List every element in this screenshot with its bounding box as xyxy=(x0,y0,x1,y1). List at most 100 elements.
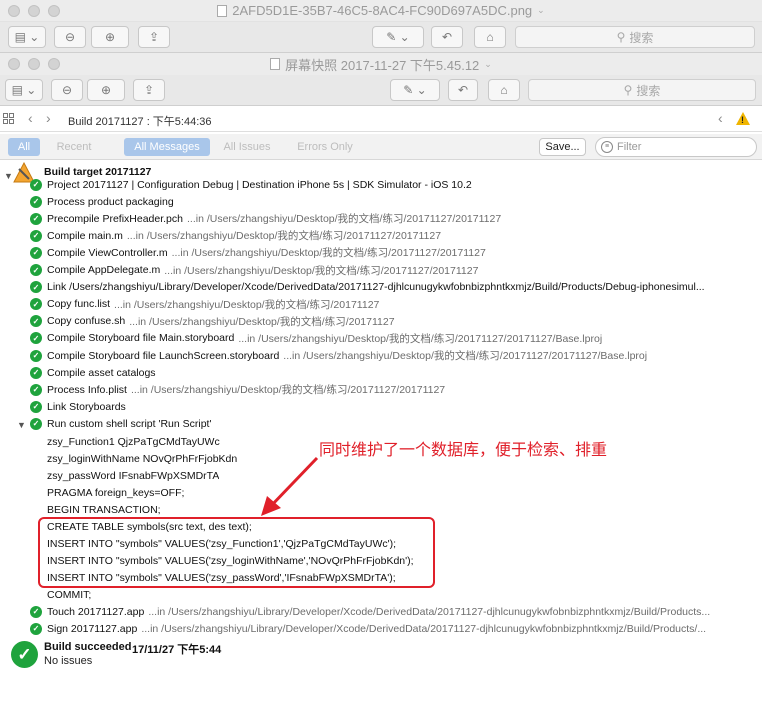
scope-all-button[interactable]: All xyxy=(8,138,40,156)
success-check-icon: ✓ xyxy=(30,366,42,379)
forward-arrow-icon[interactable]: › xyxy=(46,110,51,126)
success-check-icon: ✓ xyxy=(30,178,42,191)
search-icon: ⚲ xyxy=(616,30,626,44)
rotate-button[interactable]: ↶ xyxy=(431,26,463,48)
related-items-icon[interactable] xyxy=(3,113,14,124)
previous-issue-arrow-icon[interactable]: ‹ xyxy=(718,110,723,126)
search-icon: ⚲ xyxy=(623,83,633,97)
zoom-out-button[interactable]: ⊖ xyxy=(51,79,83,101)
window1-search-field[interactable]: ⚲ 搜索 xyxy=(515,26,755,48)
build-succeeded-icon: ✓ xyxy=(11,641,38,668)
zoom-out-button[interactable]: ⊖ xyxy=(54,26,86,48)
step-message: Compile asset catalogs xyxy=(47,366,156,379)
build-step-row[interactable]: ✓ Project 20171127 | Configuration Debug … xyxy=(30,176,756,193)
toolbox-button[interactable]: ⌂ xyxy=(488,79,520,101)
markup-button[interactable]: ✎ ⌄ xyxy=(372,26,424,48)
build-step-row[interactable]: ✓ Compile Storyboard file LaunchScreen.st… xyxy=(30,347,756,364)
disclosure-triangle-icon[interactable]: ▼ xyxy=(4,171,13,181)
share-button[interactable]: ⇪ xyxy=(138,26,170,48)
window1-titlebar: 2AFD5D1E-35B7-46C5-8AC4-FC90D697A5DC.png… xyxy=(0,0,762,22)
success-check-icon: ✓ xyxy=(30,349,42,362)
step-message: Touch 20171127.app xyxy=(47,605,145,618)
script-output-line: zsy_loginWithName NOvQrPhFrFjobKdn xyxy=(47,452,238,465)
document-icon xyxy=(217,4,228,17)
step-path: ...in /Users/zhangshiyu/Desktop/我的文档/练习/… xyxy=(130,384,446,397)
save-button[interactable]: Save... xyxy=(539,138,586,156)
back-arrow-icon[interactable]: ‹ xyxy=(28,110,33,126)
build-step-row[interactable]: ✓ Compile Storyboard file Main.storyboard… xyxy=(30,330,756,347)
all-messages-button[interactable]: All Messages xyxy=(124,138,210,156)
step-message: Project 20171127 | Configuration Debug |… xyxy=(47,178,472,191)
step-message: Process Info.plist xyxy=(47,383,127,396)
document-icon xyxy=(270,58,281,70)
sidebar-toggle-button[interactable]: ▤ ⌄ xyxy=(5,79,43,101)
build-step-row[interactable]: ✓ Process product packaging xyxy=(30,193,756,210)
window1-traffic-lights[interactable] xyxy=(8,5,60,17)
success-check-icon: ✓ xyxy=(30,264,42,276)
zoom-in-button[interactable]: ⊕ xyxy=(91,26,129,48)
rotate-button[interactable]: ↶ xyxy=(448,79,478,101)
build-step-row[interactable]: ✓ Link /Users/zhangshiyu/Library/Develope… xyxy=(30,279,756,296)
window2-titlebar: 屏幕快照 2017-11-27 下午5.45.12 ⌄ xyxy=(0,53,762,75)
step-path: ...in /Users/zhangshiyu/Desktop/我的文档/练习/… xyxy=(171,247,486,260)
sidebar-toggle-button[interactable]: ▤ ⌄ xyxy=(8,26,46,48)
filter-field[interactable]: ≡ Filter xyxy=(595,137,757,157)
share-button[interactable]: ⇪ xyxy=(133,79,165,101)
all-issues-button[interactable]: All Issues xyxy=(216,138,278,156)
window2-traffic-lights[interactable] xyxy=(8,58,60,70)
success-check-icon: ✓ xyxy=(30,281,42,294)
build-step-row[interactable]: ✓ Link Storyboards xyxy=(30,398,756,415)
highlight-box xyxy=(38,517,435,588)
build-step-row[interactable]: ✓ Copy func.list ...in /Users/zhangshiyu/D… xyxy=(30,296,756,313)
build-result: Build succeeded xyxy=(44,641,132,653)
zoom-in-button[interactable]: ⊕ xyxy=(87,79,125,101)
build-step-row[interactable]: ✓ Process Info.plist ...in /Users/zhangshi… xyxy=(30,381,756,398)
step-message: Compile Storyboard file Main.storyboard xyxy=(47,332,235,345)
script-output-line: COMMIT; xyxy=(47,589,92,602)
success-check-icon: ✓ xyxy=(30,383,42,396)
step-message: Precompile PrefixHeader.pch xyxy=(47,212,183,225)
window2-toolbar: ▤ ⌄ ⊖ ⊕ ⇪ ✎ ⌄ ↶ ⌂ ⚲ 搜索 xyxy=(0,75,762,106)
build-step-row[interactable]: ✓ Copy confuse.sh ...in /Users/zhangshiyu/… xyxy=(30,313,756,330)
success-check-icon: ✓ xyxy=(30,332,42,345)
toolbox-button[interactable]: ⌂ xyxy=(474,26,506,48)
success-check-icon: ✓ xyxy=(30,315,42,328)
build-step-row[interactable]: ✓ Precompile PrefixHeader.pch ...in /Users… xyxy=(30,210,756,227)
build-time: 17/11/27 下午5:44 xyxy=(132,644,222,656)
step-message: Link /Users/zhangshiyu/Library/Developer… xyxy=(47,281,705,294)
build-step-row[interactable]: ✓ Compile AppDelegate.m ...in /Users/zhang… xyxy=(30,262,756,279)
step-message: Compile ViewController.m xyxy=(47,246,168,259)
step-path: ...in /Users/zhangshiyu/Library/Develope… xyxy=(148,605,711,618)
step-path: ...in /Users/zhangshiyu/Desktop/我的文档/练习/… xyxy=(114,298,380,311)
scope-recent-button[interactable]: Recent xyxy=(50,138,98,156)
build-log: ▼ Build target 20171127 ✓ Project 2017112… xyxy=(0,160,762,706)
errors-only-button[interactable]: Errors Only xyxy=(288,138,362,156)
build-step-row[interactable]: ✓ Run custom shell script 'Run Script' xyxy=(30,415,756,432)
chevron-down-icon[interactable]: ⌄ xyxy=(484,59,492,70)
annotation-arrow xyxy=(261,456,319,516)
step-path: ...in /Users/zhangshiyu/Desktop/我的文档/练习/… xyxy=(126,230,442,243)
script-output-line: PRAGMA foreign_keys=OFF; xyxy=(47,486,185,499)
success-check-icon: ✓ xyxy=(30,195,42,208)
window2-title: 屏幕快照 2017-11-27 下午5.45.12 xyxy=(285,57,480,73)
warning-icon[interactable]: ! xyxy=(736,112,750,125)
markup-button[interactable]: ✎ ⌄ xyxy=(390,79,440,101)
success-check-icon: ✓ xyxy=(30,605,42,618)
filter-bar: All Recent All Messages All Issues Error… xyxy=(0,134,762,160)
build-step-row[interactable]: ✓ Touch 20171127.app ...in /Users/zhangshi… xyxy=(30,603,756,620)
step-message: Process product packaging xyxy=(47,195,174,208)
breadcrumb[interactable]: Build 20171127 : 下午5:44:36 xyxy=(68,113,212,129)
chevron-down-icon[interactable]: ⌄ xyxy=(537,5,545,16)
success-check-icon: ✓ xyxy=(30,622,42,635)
script-output-line: zsy_passWord IFsnabFWpXSMDrTA xyxy=(47,469,220,482)
window2-search-field[interactable]: ⚲ 搜索 xyxy=(528,79,756,101)
step-message: Compile main.m xyxy=(47,229,123,242)
step-message: Run custom shell script 'Run Script' xyxy=(47,417,212,430)
build-step-row[interactable]: ✓ Compile asset catalogs xyxy=(30,364,756,381)
step-message: Compile Storyboard file LaunchScreen.sto… xyxy=(47,349,280,362)
build-step-row[interactable]: ✓ Compile main.m ...in /Users/zhangshiyu/D… xyxy=(30,227,756,244)
step-message: Compile AppDelegate.m xyxy=(47,264,161,276)
disclosure-triangle-icon[interactable]: ▼ xyxy=(17,420,26,430)
build-step-row[interactable]: ✓ Sign 20171127.app ...in /Users/zhangshiy… xyxy=(30,620,756,637)
build-step-row[interactable]: ✓ Compile ViewController.m ...in /Users/zh… xyxy=(30,244,756,261)
